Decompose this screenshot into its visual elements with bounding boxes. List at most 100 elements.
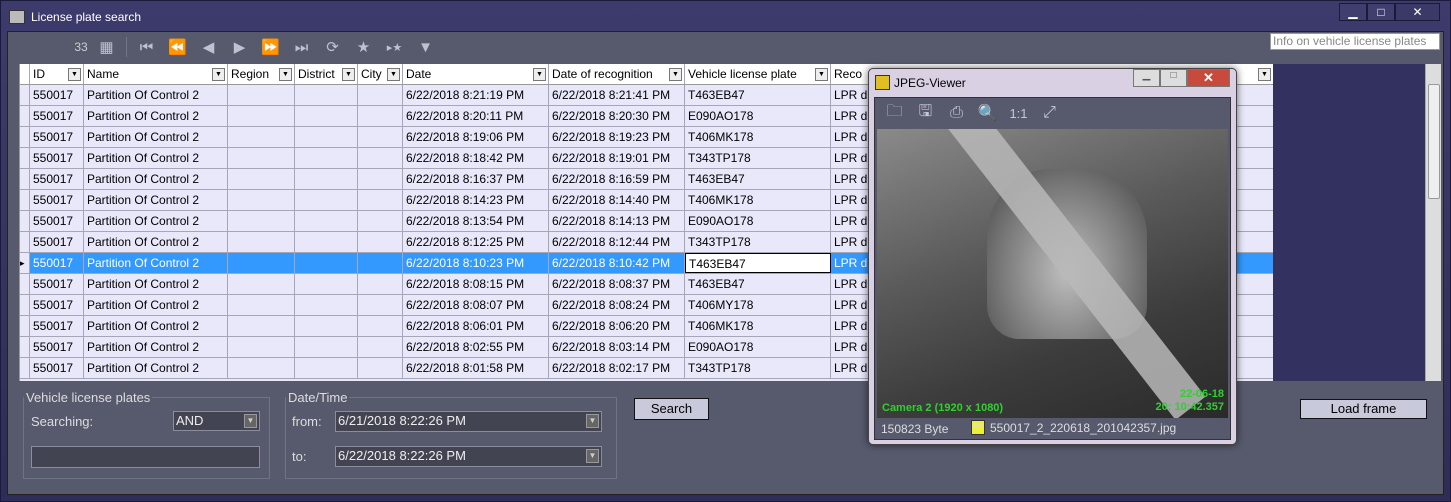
table-cell[interactable]: Partition Of Control 2	[84, 253, 228, 273]
table-cell[interactable]: 550017	[30, 316, 84, 336]
save-icon[interactable]: 🖫	[910, 100, 941, 127]
table-cell[interactable]: 550017	[30, 106, 84, 126]
table-cell[interactable]: 6/22/2018 8:06:01 PM	[403, 316, 549, 336]
chevron-down-icon[interactable]: ▼	[68, 67, 81, 81]
table-cell[interactable]: 6/22/2018 8:08:15 PM	[403, 274, 549, 294]
table-cell[interactable]	[358, 358, 403, 378]
table-view-icon[interactable]: ▦	[91, 38, 122, 56]
column-header[interactable]: Vehicle license plate ▼	[685, 64, 831, 84]
table-cell[interactable]: 6/22/2018 8:14:40 PM	[549, 190, 685, 210]
table-cell[interactable]	[295, 85, 358, 105]
table-cell[interactable]: 6/22/2018 8:10:42 PM	[549, 253, 685, 273]
scrollbar-thumb[interactable]	[1428, 84, 1440, 199]
table-cell[interactable]: 6/22/2018 8:20:11 PM	[403, 106, 549, 126]
chevron-down-icon[interactable]: ▼	[586, 449, 599, 463]
table-cell[interactable]	[295, 232, 358, 252]
table-cell[interactable]	[228, 316, 295, 336]
table-cell[interactable]	[228, 232, 295, 252]
table-cell[interactable]: 6/22/2018 8:20:30 PM	[549, 106, 685, 126]
table-cell[interactable]	[358, 211, 403, 231]
next-page-icon[interactable]: ⏩	[255, 38, 286, 56]
row-indicator[interactable]	[20, 358, 30, 378]
from-date-picker[interactable]: 6/21/2018 8:22:26 PM ▼	[335, 411, 602, 432]
table-cell[interactable]	[228, 358, 295, 378]
table-cell[interactable]: Partition Of Control 2	[84, 295, 228, 315]
table-cell[interactable]: Partition Of Control 2	[84, 232, 228, 252]
table-cell[interactable]: Partition Of Control 2	[84, 106, 228, 126]
table-cell[interactable]: Partition Of Control 2	[84, 127, 228, 147]
table-cell[interactable]: 550017	[30, 253, 84, 273]
table-cell[interactable]: T463EB47	[685, 169, 831, 189]
row-indicator[interactable]	[20, 190, 30, 210]
table-cell[interactable]	[228, 190, 295, 210]
table-cell[interactable]: 6/22/2018 8:19:01 PM	[549, 148, 685, 168]
chevron-down-icon[interactable]: ▼	[244, 414, 257, 428]
column-header[interactable]: Name ▼	[84, 64, 228, 84]
row-indicator[interactable]	[20, 169, 30, 189]
table-cell[interactable]	[295, 253, 358, 273]
table-cell[interactable]: 6/22/2018 8:14:13 PM	[549, 211, 685, 231]
table-cell[interactable]	[358, 148, 403, 168]
chevron-down-icon[interactable]: ▼	[1258, 67, 1271, 81]
column-header[interactable]: Date ▼	[403, 64, 549, 84]
row-indicator[interactable]	[20, 127, 30, 147]
table-cell[interactable]	[295, 148, 358, 168]
searching-mode-select[interactable]: AND ▼	[173, 411, 260, 431]
last-record-icon[interactable]: ⏭	[286, 39, 317, 56]
table-cell[interactable]: Partition Of Control 2	[84, 316, 228, 336]
table-cell[interactable]	[295, 127, 358, 147]
table-cell[interactable]: 6/22/2018 8:06:20 PM	[549, 316, 685, 336]
maximize-button[interactable]: □	[1367, 3, 1395, 21]
chevron-down-icon[interactable]: ▼	[669, 67, 682, 81]
table-cell[interactable]: Partition Of Control 2	[84, 337, 228, 357]
star-icon[interactable]: ★	[348, 38, 379, 56]
table-cell[interactable]	[358, 85, 403, 105]
table-cell[interactable]	[228, 253, 295, 273]
table-cell[interactable]	[358, 253, 403, 273]
table-cell[interactable]: T406MK178	[685, 190, 831, 210]
table-cell[interactable]	[358, 337, 403, 357]
table-cell[interactable]	[295, 316, 358, 336]
table-cell[interactable]	[228, 295, 295, 315]
table-cell[interactable]: 6/22/2018 8:08:24 PM	[549, 295, 685, 315]
table-cell[interactable]: Partition Of Control 2	[84, 169, 228, 189]
table-cell[interactable]: 6/22/2018 8:02:17 PM	[549, 358, 685, 378]
table-cell[interactable]: 550017	[30, 148, 84, 168]
table-cell[interactable]: 6/22/2018 8:10:23 PM	[403, 253, 549, 273]
viewer-maximize-button[interactable]: □	[1160, 69, 1187, 87]
chevron-down-icon[interactable]: ▼	[533, 67, 546, 81]
chevron-down-icon[interactable]: ▼	[342, 67, 355, 81]
chevron-down-icon[interactable]: ▼	[387, 67, 400, 81]
fullscreen-icon[interactable]: ⤢	[1034, 104, 1065, 122]
plate-input[interactable]	[31, 446, 260, 468]
table-cell[interactable]	[358, 127, 403, 147]
table-cell[interactable]: T406MY178	[685, 295, 831, 315]
table-cell[interactable]: 550017	[30, 337, 84, 357]
minimize-button[interactable]: ▁	[1339, 3, 1367, 21]
table-cell[interactable]: 6/22/2018 8:01:58 PM	[403, 358, 549, 378]
table-cell[interactable]	[358, 274, 403, 294]
table-cell[interactable]	[358, 295, 403, 315]
table-cell[interactable]: 550017	[30, 274, 84, 294]
next-record-icon[interactable]: ▶	[224, 38, 255, 56]
row-indicator[interactable]	[20, 106, 30, 126]
previous-record-icon[interactable]: ◀	[193, 38, 224, 56]
table-cell[interactable]	[358, 169, 403, 189]
table-cell[interactable]	[295, 337, 358, 357]
first-record-icon[interactable]: ⏮	[131, 39, 162, 56]
row-indicator[interactable]	[20, 232, 30, 252]
row-indicator[interactable]	[20, 316, 30, 336]
print-preview-icon[interactable]: 🔍	[972, 103, 1003, 123]
table-cell[interactable]	[295, 106, 358, 126]
table-cell[interactable]: Partition Of Control 2	[84, 85, 228, 105]
table-cell[interactable]	[228, 169, 295, 189]
viewer-minimize-button[interactable]: ▁	[1133, 69, 1160, 87]
close-button[interactable]: ✕	[1395, 3, 1440, 21]
table-cell[interactable]: 550017	[30, 358, 84, 378]
table-cell[interactable]	[358, 106, 403, 126]
column-header[interactable]: Date of recognition ▼	[549, 64, 685, 84]
table-cell[interactable]	[358, 190, 403, 210]
table-cell[interactable]: T463EB47	[685, 253, 831, 273]
row-indicator[interactable]	[20, 148, 30, 168]
table-cell[interactable]: 550017	[30, 190, 84, 210]
